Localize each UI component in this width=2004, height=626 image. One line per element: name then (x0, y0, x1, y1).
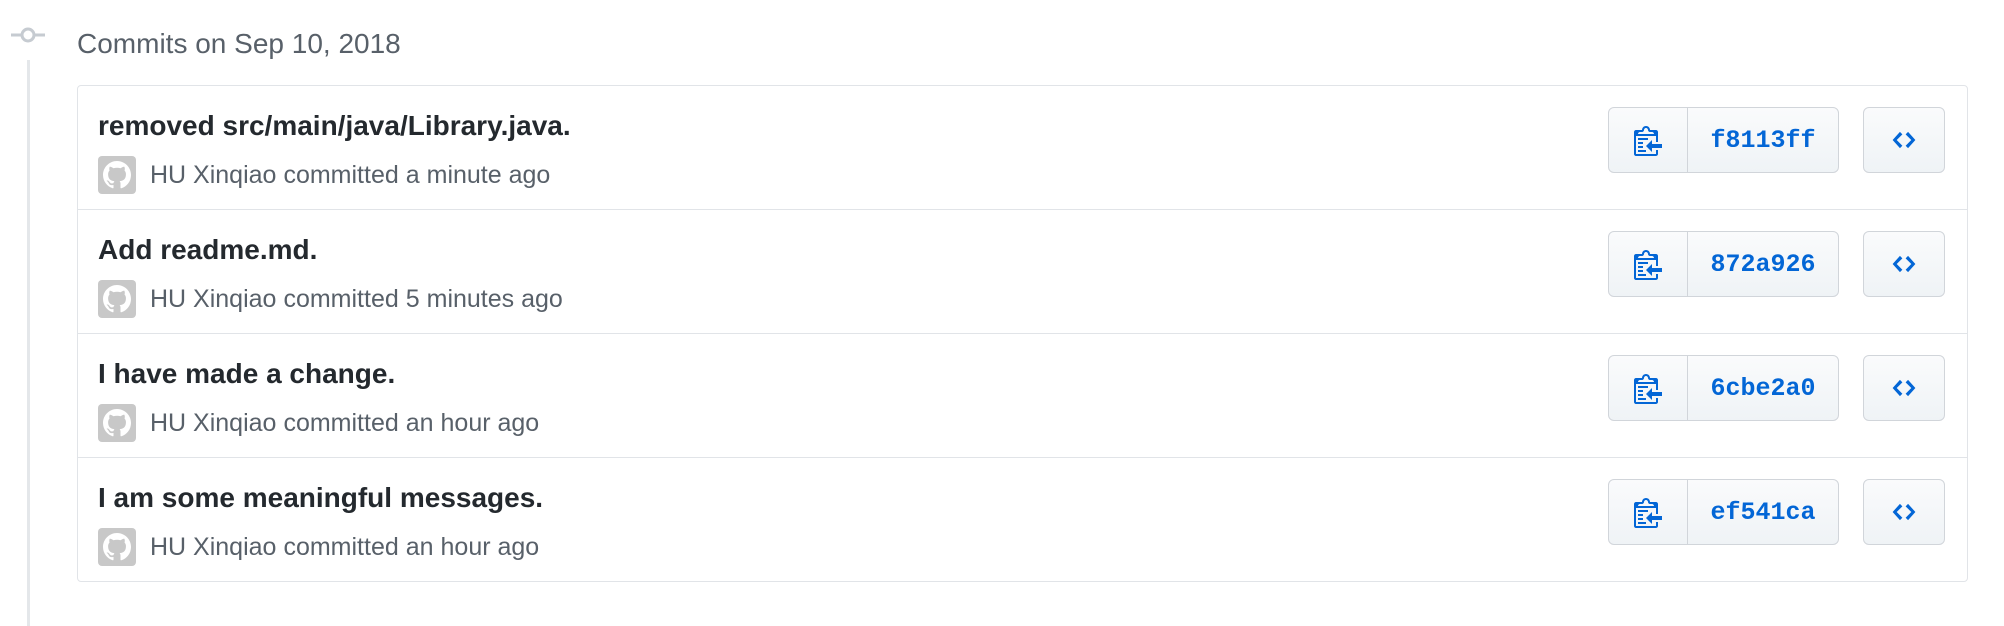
commit-row: Add readme.md. HU Xinqiao committed 5 mi… (78, 209, 1967, 333)
code-icon (1892, 131, 1916, 149)
github-octocat-icon (103, 285, 131, 313)
avatar[interactable] (98, 528, 136, 566)
github-octocat-icon (103, 409, 131, 437)
clippy-icon (1634, 374, 1662, 404)
avatar[interactable] (98, 156, 136, 194)
commit-sha-link[interactable]: ef541ca (1688, 480, 1838, 544)
code-icon (1892, 255, 1916, 273)
commit-row: I have made a change. HU Xinqiao committ… (78, 333, 1967, 457)
commit-time: a minute ago (405, 160, 551, 189)
avatar[interactable] (98, 404, 136, 442)
commit-sha-group: 872a926 (1608, 231, 1839, 297)
commit-author-link[interactable]: HU Xinqiao (150, 285, 276, 314)
commit-message-link[interactable]: I am some meaningful messages. (98, 482, 543, 514)
commit-meta: HU Xinqiao committed 5 minutes ago (98, 279, 563, 319)
copy-sha-button[interactable] (1609, 480, 1688, 544)
copy-sha-button[interactable] (1609, 108, 1688, 172)
git-commit-icon (11, 27, 45, 61)
commit-verb: committed (283, 408, 399, 437)
commit-row: I am some meaningful messages. HU Xinqia… (78, 457, 1967, 581)
timeline-rail (27, 60, 30, 626)
commit-meta: HU Xinqiao committed an hour ago (98, 403, 539, 443)
browse-repo-button[interactable] (1863, 107, 1945, 173)
commit-row: removed src/main/java/Library.java. HU X… (78, 86, 1967, 209)
commit-time: 5 minutes ago (405, 284, 563, 313)
commit-verb: committed (283, 284, 399, 313)
github-octocat-icon (103, 533, 131, 561)
clippy-icon (1634, 498, 1662, 528)
commit-meta: HU Xinqiao committed a minute ago (98, 155, 550, 195)
commit-author-link[interactable]: HU Xinqiao (150, 409, 276, 438)
browse-repo-button[interactable] (1863, 355, 1945, 421)
commit-verb: committed (283, 160, 399, 189)
clippy-icon (1634, 126, 1662, 156)
copy-sha-button[interactable] (1609, 356, 1688, 420)
commit-sha-link[interactable]: f8113ff (1688, 108, 1838, 172)
avatar[interactable] (98, 280, 136, 318)
commit-message-link[interactable]: Add readme.md. (98, 234, 317, 266)
browse-repo-button[interactable] (1863, 231, 1945, 297)
commit-sha-group: ef541ca (1608, 479, 1839, 545)
github-octocat-icon (103, 161, 131, 189)
clippy-icon (1634, 250, 1662, 280)
commit-sha-group: 6cbe2a0 (1608, 355, 1839, 421)
commit-message-link[interactable]: I have made a change. (98, 358, 395, 390)
commit-author-link[interactable]: HU Xinqiao (150, 533, 276, 562)
commit-sha-link[interactable]: 6cbe2a0 (1688, 356, 1838, 420)
commit-verb: committed (283, 532, 399, 561)
commit-message-link[interactable]: removed src/main/java/Library.java. (98, 110, 571, 142)
copy-sha-button[interactable] (1609, 232, 1688, 296)
commit-time: an hour ago (405, 532, 540, 561)
commit-sha-link[interactable]: 872a926 (1688, 232, 1838, 296)
commit-sha-group: f8113ff (1608, 107, 1839, 173)
commit-time: an hour ago (405, 408, 540, 437)
browse-repo-button[interactable] (1863, 479, 1945, 545)
code-icon (1892, 379, 1916, 397)
commit-list: removed src/main/java/Library.java. HU X… (77, 85, 1968, 582)
commit-meta: HU Xinqiao committed an hour ago (98, 527, 539, 567)
commit-author-link[interactable]: HU Xinqiao (150, 161, 276, 190)
commit-group-title: Commits on Sep 10, 2018 (77, 28, 401, 59)
code-icon (1892, 503, 1916, 521)
